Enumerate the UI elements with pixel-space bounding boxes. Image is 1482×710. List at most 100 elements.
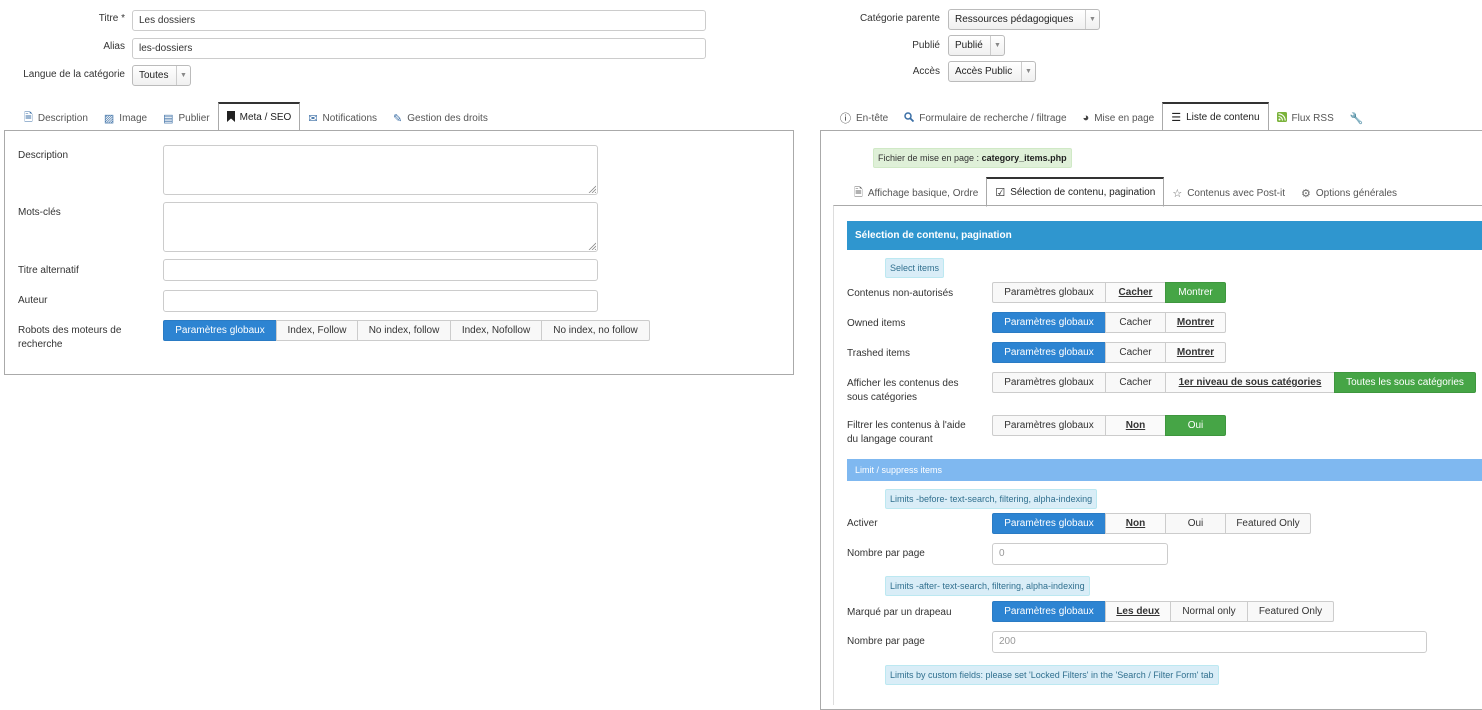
list-icon: ☰ xyxy=(1171,112,1182,124)
tab-header[interactable]: ⓘ En-tête xyxy=(832,105,896,131)
tab-image[interactable]: ▨ Image xyxy=(96,105,155,131)
robots-label-line2: recherche xyxy=(18,339,63,350)
tab-layout[interactable]: ◕ Mise en page xyxy=(1075,105,1163,131)
published-value: Publié xyxy=(955,40,983,51)
robots-index-nofollow-button[interactable]: Index, Nofollow xyxy=(450,320,542,341)
resize-grip-icon[interactable] xyxy=(588,185,596,193)
tab-description[interactable]: 🗎 Description xyxy=(16,105,96,131)
owned-show-button[interactable]: Montrer xyxy=(1165,312,1226,333)
rss-icon xyxy=(1276,111,1287,125)
bookmark-icon xyxy=(226,110,235,125)
lang-filter-no-button[interactable]: Non xyxy=(1105,415,1166,436)
language-select[interactable]: Toutes ▼ xyxy=(132,65,191,86)
alias-input[interactable]: les-dossiers xyxy=(132,38,706,59)
owned-global-button[interactable]: Paramètres globaux xyxy=(992,312,1106,333)
language-value: Toutes xyxy=(139,70,169,81)
published-select[interactable]: Publié ▼ xyxy=(948,35,1005,56)
robots-noindex-follow-button[interactable]: No index, follow xyxy=(357,320,451,341)
language-label: Langue de la catégorie xyxy=(23,69,125,80)
meta-description-label: Description xyxy=(18,150,69,161)
parent-category-select[interactable]: Ressources pédagogiques ▼ xyxy=(948,9,1100,30)
tab-publish[interactable]: ▤ Publier xyxy=(155,105,218,131)
select-items-note: Select items xyxy=(885,258,945,278)
unauthorized-buttongroup: Paramètres globaux Cacher Montrer xyxy=(992,282,1226,303)
activate-yes-button[interactable]: Oui xyxy=(1165,513,1226,534)
calendar-icon: ▤ xyxy=(163,112,174,125)
tab-permissions[interactable]: ✎ Gestion des droits xyxy=(385,105,496,131)
flagged-global-button[interactable]: Paramètres globaux xyxy=(992,601,1106,622)
unauthorized-show-button[interactable]: Montrer xyxy=(1165,282,1226,303)
subcats-label-line2: sous catégories xyxy=(847,392,918,403)
activate-featured-only-button[interactable]: Featured Only xyxy=(1225,513,1311,534)
tab-meta-seo[interactable]: Meta / SEO xyxy=(217,102,301,132)
access-label: Accès xyxy=(912,66,940,77)
owned-items-buttongroup: Paramètres globaux Cacher Montrer xyxy=(992,312,1226,333)
robots-index-follow-button[interactable]: Index, Follow xyxy=(276,320,358,341)
tab-label: Flux RSS xyxy=(1291,112,1334,124)
title-input[interactable]: Les dossiers xyxy=(132,10,706,31)
activate-global-button[interactable]: Paramètres globaux xyxy=(992,513,1106,534)
trashed-hide-button[interactable]: Cacher xyxy=(1105,342,1166,363)
file-icon: 🗎 xyxy=(854,186,863,199)
subtab-general-options[interactable]: ⚙ Options générales xyxy=(1293,180,1405,206)
access-select[interactable]: Accès Public ▼ xyxy=(948,61,1036,82)
limit-suppress-bar: Limit / suppress items xyxy=(847,459,1482,481)
robots-noindex-nofollow-button[interactable]: No index, no follow xyxy=(541,320,650,341)
subtab-label: Contenus avec Post-it xyxy=(1187,187,1286,199)
subcats-global-button[interactable]: Paramètres globaux xyxy=(992,372,1106,393)
flagged-both-button[interactable]: Les deux xyxy=(1105,601,1171,622)
meta-keywords-textarea[interactable] xyxy=(163,202,598,252)
lang-filter-label-line1: Filtrer les contenus à l'aide xyxy=(847,420,966,431)
subtab-content-selection[interactable]: ☑ Sélection de contenu, pagination xyxy=(986,177,1165,207)
unauthorized-global-button[interactable]: Paramètres globaux xyxy=(992,282,1106,303)
palette-icon: ◕ xyxy=(1082,112,1090,124)
lang-filter-label-line2: du langage courant xyxy=(847,434,933,445)
subtab-basic-display[interactable]: 🗎 Affichage basique, Ordre xyxy=(846,180,986,206)
alias-label: Alias xyxy=(103,41,125,52)
tab-rss[interactable]: Flux RSS xyxy=(1269,105,1342,131)
layout-file-note: Fichier de mise en page : category_items… xyxy=(873,148,1072,168)
author-input[interactable] xyxy=(163,290,598,312)
unauthorized-hide-button[interactable]: Cacher xyxy=(1105,282,1166,303)
tab-notifications[interactable]: ✉ Notifications xyxy=(300,105,385,131)
resize-grip-icon[interactable] xyxy=(588,242,596,250)
limits-before-note: Limits -before- text-search, filtering, … xyxy=(885,489,1098,509)
robots-global-button[interactable]: Paramètres globaux xyxy=(163,320,277,341)
lang-filter-global-button[interactable]: Paramètres globaux xyxy=(992,415,1106,436)
meta-description-textarea[interactable] xyxy=(163,145,598,195)
activate-no-button[interactable]: Non xyxy=(1105,513,1166,534)
flagged-normal-only-button[interactable]: Normal only xyxy=(1170,601,1248,622)
trashed-show-button[interactable]: Montrer xyxy=(1165,342,1226,363)
subtab-label: Options générales xyxy=(1315,187,1398,199)
per-page-input-1[interactable]: 0 xyxy=(992,543,1168,565)
trashed-items-buttongroup: Paramètres globaux Cacher Montrer xyxy=(992,342,1226,363)
robots-label-line1: Robots des moteurs de xyxy=(18,325,122,336)
tab-search-form[interactable]: Formulaire de recherche / filtrage xyxy=(896,105,1074,131)
subtab-postit[interactable]: ☆ Contenus avec Post-it xyxy=(1164,180,1293,206)
info-icon: ⓘ xyxy=(840,113,851,125)
subtabbar: 🗎 Affichage basique, Ordre ☑ Sélection d… xyxy=(846,176,1405,207)
flagged-featured-only-button[interactable]: Featured Only xyxy=(1247,601,1334,622)
per-page-input-2[interactable]: 200 xyxy=(992,631,1427,653)
left-tabbar: 🗎 Description ▨ Image ▤ Publier Meta / S… xyxy=(16,101,496,132)
section-title-bar: Sélection de contenu, pagination xyxy=(847,221,1482,250)
owned-hide-button[interactable]: Cacher xyxy=(1105,312,1166,333)
tab-tools[interactable]: 🔧 xyxy=(1342,105,1372,131)
unauthorized-label: Contenus non-autorisés xyxy=(847,288,954,299)
subcats-label-line1: Afficher les contenus des xyxy=(847,378,959,389)
tab-label: Gestion des droits xyxy=(407,112,488,124)
lang-filter-yes-button[interactable]: Oui xyxy=(1165,415,1226,436)
title-label: Titre * xyxy=(98,13,125,24)
subcats-all-button[interactable]: Toutes les sous catégories xyxy=(1334,372,1476,393)
subtab-panel xyxy=(833,205,1482,705)
limits-after-note: Limits -after- text-search, filtering, a… xyxy=(885,576,1090,596)
subtab-label: Affichage basique, Ordre xyxy=(867,187,979,199)
subcats-first-level-button[interactable]: 1er niveau de sous catégories xyxy=(1165,372,1335,393)
subcats-hide-button[interactable]: Cacher xyxy=(1105,372,1166,393)
tab-label: En-tête xyxy=(856,112,889,124)
tab-content-list[interactable]: ☰ Liste de contenu xyxy=(1162,102,1269,132)
alt-title-input[interactable] xyxy=(163,259,598,281)
trashed-global-button[interactable]: Paramètres globaux xyxy=(992,342,1106,363)
parent-category-label: Catégorie parente xyxy=(859,13,940,24)
wrench-icon: 🔧 xyxy=(1349,112,1364,125)
